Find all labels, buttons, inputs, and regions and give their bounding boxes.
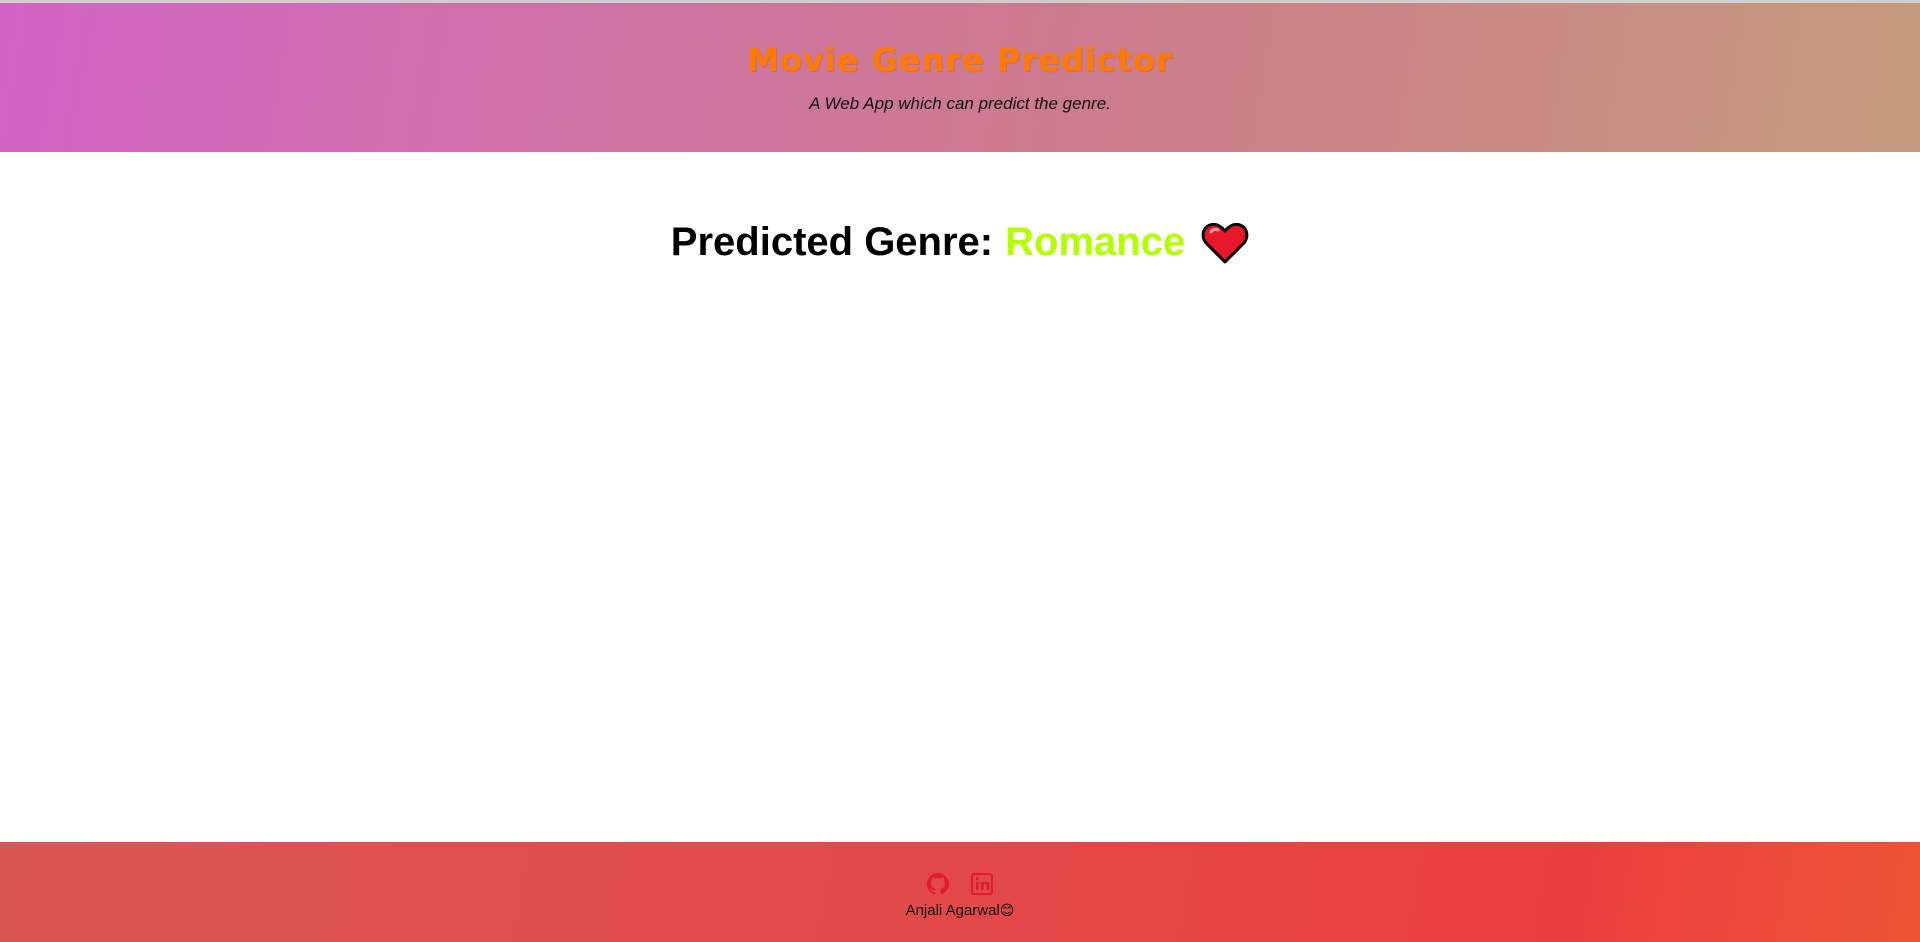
- prediction-label: Predicted Genre:: [670, 220, 994, 264]
- github-icon: [927, 873, 949, 895]
- site-footer: Anjali Agarwal😊: [0, 842, 1920, 942]
- linkedin-link[interactable]: [970, 872, 994, 896]
- prediction-result: Predicted Genre: Romance: [0, 220, 1920, 265]
- social-links: [0, 872, 1920, 896]
- github-link[interactable]: [926, 872, 950, 896]
- page: Movie Genre Predictor A Web App which ca…: [0, 0, 1920, 942]
- site-header: Movie Genre Predictor A Web App which ca…: [0, 3, 1920, 152]
- author-name: Anjali Agarwal: [905, 902, 1000, 919]
- app-title: Movie Genre Predictor: [747, 41, 1173, 79]
- author-credit: Anjali Agarwal😊: [0, 902, 1920, 919]
- linkedin-icon: [971, 873, 993, 895]
- main-content: Predicted Genre: Romance: [0, 152, 1920, 842]
- predicted-genre: Romance: [1005, 220, 1186, 264]
- app-subtitle: A Web App which can predict the genre.: [809, 94, 1111, 113]
- heart-icon: [1201, 221, 1249, 265]
- smile-emoji-icon: 😊: [999, 903, 1015, 919]
